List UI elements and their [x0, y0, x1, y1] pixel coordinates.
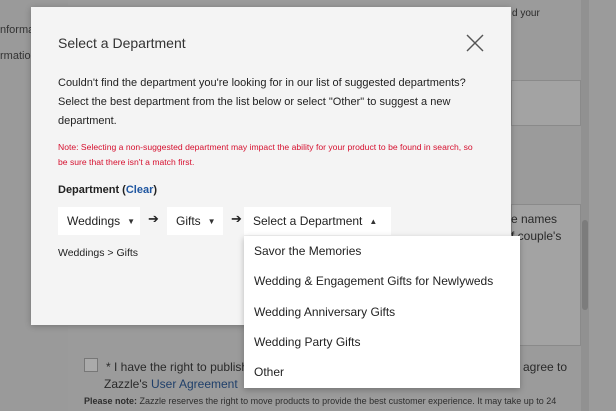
- please-note-label: Please note:: [84, 396, 138, 406]
- please-note-text: Zazzle reserves the right to move produc…: [139, 396, 557, 406]
- background-scrollbar-thumb[interactable]: [582, 220, 588, 310]
- sidebar-item-information: nforma: [0, 24, 35, 36]
- arrow-right-icon: ➔: [148, 211, 159, 226]
- rights-text: * I have the right to publish a: [106, 360, 259, 374]
- menu-item-other[interactable]: Other: [254, 365, 284, 379]
- menu-item-wedding-engagement-gifts[interactable]: Wedding & Engagement Gifts for Newlyweds: [254, 274, 493, 288]
- agree-text: agree to: [523, 360, 568, 374]
- clear-link[interactable]: Clear: [126, 184, 154, 196]
- modal-title: Select a Department: [58, 35, 186, 51]
- dropdown-weddings[interactable]: Weddings ▼: [58, 207, 140, 235]
- caret-down-icon: ▼: [127, 216, 136, 226]
- arrow-right-icon: ➔: [231, 211, 242, 226]
- zazzle-text: Zazzle's: [104, 377, 148, 391]
- background-scrollbar[interactable]: [581, 0, 589, 411]
- close-icon[interactable]: [465, 33, 485, 53]
- intro-text: Couldn't find the department you're look…: [58, 77, 466, 127]
- user-agreement-link[interactable]: User Agreement: [151, 377, 238, 391]
- background-input-box: [511, 80, 581, 126]
- dropdown-gifts[interactable]: Gifts ▼: [167, 207, 223, 235]
- dropdown-weddings-label: Weddings: [67, 214, 121, 228]
- menu-item-savor-the-memories[interactable]: Savor the Memories: [254, 244, 361, 258]
- dropdown-select-department-label: Select a Department: [253, 214, 363, 228]
- department-path: Weddings > Gifts: [58, 247, 139, 259]
- background-textarea-line-1: e names: [511, 212, 558, 226]
- caret-down-icon: ▼: [207, 216, 216, 226]
- department-label: Department (Clear): [58, 184, 158, 196]
- background-top-text: d your: [512, 8, 540, 19]
- dropdown-gifts-label: Gifts: [176, 214, 201, 228]
- zazzle-agreement-line: Zazzle's User Agreement: [104, 377, 238, 391]
- department-label-text: Department: [58, 184, 120, 196]
- please-note: Please note: Zazzle reserves the right t…: [84, 396, 556, 406]
- menu-item-wedding-party-gifts[interactable]: Wedding Party Gifts: [254, 335, 361, 349]
- department-dropdown-menu: Savor the Memories Wedding & Engagement …: [244, 236, 520, 388]
- rights-checkbox[interactable]: [84, 358, 98, 372]
- warning-note: Note: Selecting a non-suggested departme…: [58, 142, 473, 167]
- caret-up-icon: ▲: [369, 216, 378, 226]
- dropdown-select-department[interactable]: Select a Department ▲: [244, 207, 391, 235]
- menu-item-wedding-anniversary-gifts[interactable]: Wedding Anniversary Gifts: [254, 305, 395, 319]
